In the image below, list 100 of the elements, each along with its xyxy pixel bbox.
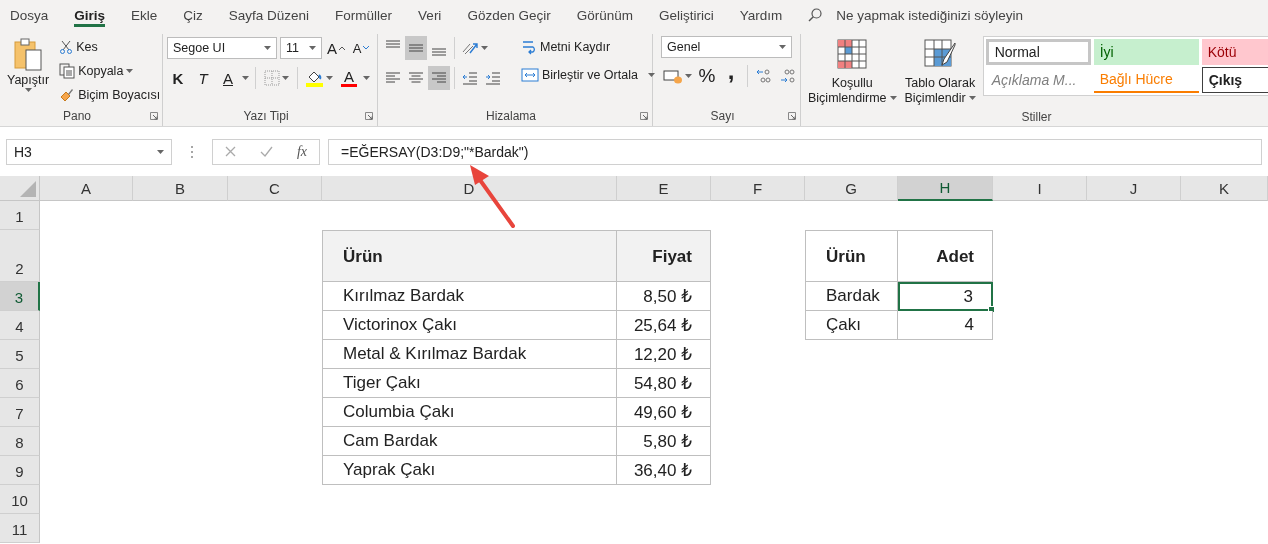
ribbon-tab[interactable]: Geliştirici bbox=[658, 0, 714, 30]
money-icon bbox=[663, 68, 683, 84]
row-header[interactable]: 7 bbox=[0, 398, 40, 427]
grow-font-button[interactable]: A bbox=[325, 36, 347, 60]
dialog-launcher-icon[interactable] bbox=[640, 112, 648, 120]
ribbon-tab[interactable]: Dosya bbox=[10, 0, 49, 30]
column-header[interactable]: D bbox=[322, 176, 617, 201]
ribbon-tab[interactable]: Sayfa Düzeni bbox=[228, 0, 310, 30]
row-header[interactable]: 9 bbox=[0, 456, 40, 485]
checkmark-icon[interactable] bbox=[259, 146, 273, 157]
cell-style-item[interactable]: Çıkış bbox=[1201, 67, 1268, 93]
ribbon-tab[interactable]: Ekle bbox=[131, 0, 158, 30]
column-header[interactable]: K bbox=[1181, 176, 1268, 201]
paste-button[interactable]: Yapıştır bbox=[4, 36, 53, 94]
angled-arrow-icon bbox=[461, 40, 479, 56]
group-label: Yazı Tipi bbox=[242, 109, 290, 123]
indent-icon bbox=[485, 71, 501, 85]
caret-icon bbox=[242, 76, 249, 80]
conditional-formatting-button[interactable]: Koşullu Biçimlendirme bbox=[805, 36, 900, 107]
dialog-launcher-icon[interactable] bbox=[150, 112, 158, 120]
shrink-font-button[interactable]: A bbox=[350, 36, 372, 60]
cell-style-item[interactable]: Normal bbox=[985, 39, 1091, 65]
caret-icon bbox=[157, 149, 164, 154]
wrap-text-button[interactable]: Metni Kaydır bbox=[518, 36, 658, 58]
table-brush-icon bbox=[924, 39, 957, 69]
percent-button[interactable]: % bbox=[696, 64, 718, 88]
underline-button[interactable]: A bbox=[217, 66, 239, 90]
table-header-cell: Ürün bbox=[322, 230, 617, 282]
row-header[interactable]: 2 bbox=[0, 230, 40, 282]
merge-center-button[interactable]: Birleştir ve Ortala bbox=[518, 64, 658, 86]
number-format-dropdown[interactable]: Genel bbox=[661, 36, 792, 58]
tell-me-field[interactable]: Ne yapmak istediğinizi söyleyin bbox=[834, 6, 1099, 24]
dialog-launcher-icon[interactable] bbox=[788, 112, 796, 120]
group-label: Sayı bbox=[709, 109, 736, 123]
column-header[interactable]: I bbox=[993, 176, 1087, 201]
row-header[interactable]: 5 bbox=[0, 340, 40, 369]
align-icon bbox=[385, 70, 401, 86]
row-header[interactable]: 1 bbox=[0, 201, 40, 230]
wrap-arrow-icon bbox=[521, 39, 537, 55]
drag-handle-icon[interactable] bbox=[190, 144, 194, 159]
group-label: Pano bbox=[62, 109, 92, 123]
caret-icon bbox=[481, 46, 488, 50]
column-header[interactable]: B bbox=[133, 176, 228, 201]
ribbon-tab[interactable]: Yardım bbox=[739, 0, 783, 30]
ribbon-tab[interactable]: Giriş bbox=[74, 0, 106, 30]
copy-button[interactable]: Kopyala bbox=[56, 60, 164, 82]
align-button[interactable] bbox=[428, 66, 450, 90]
column-header[interactable]: G bbox=[805, 176, 898, 201]
align-icon bbox=[408, 70, 424, 86]
table-cell: 36,40 ₺ bbox=[617, 456, 711, 485]
row-header[interactable]: 4 bbox=[0, 311, 40, 340]
caret-icon bbox=[326, 76, 333, 80]
ribbon-tab[interactable]: Gözden Geçir bbox=[467, 0, 551, 30]
bold-button[interactable]: K bbox=[167, 66, 189, 90]
italic-button[interactable]: T bbox=[192, 66, 214, 90]
search-icon bbox=[808, 8, 823, 22]
column-header[interactable]: F bbox=[711, 176, 805, 201]
table-header-cell: Fiyat bbox=[617, 230, 711, 282]
clipboard-icon bbox=[13, 38, 44, 72]
select-all-triangle-icon[interactable] bbox=[20, 181, 36, 197]
align-button[interactable] bbox=[405, 36, 427, 60]
dialog-launcher-icon[interactable] bbox=[365, 112, 373, 120]
insert-function-button[interactable]: fx bbox=[296, 143, 307, 160]
cell-style-item[interactable]: İyi bbox=[1093, 39, 1199, 65]
copy-icon bbox=[59, 63, 76, 79]
font-size-dropdown[interactable]: 11 bbox=[280, 37, 322, 59]
table-cell: 54,80 ₺ bbox=[617, 369, 711, 398]
decimal-arrow-icon bbox=[780, 68, 796, 84]
caret-icon bbox=[24, 88, 32, 92]
row-header[interactable]: 3 bbox=[0, 282, 40, 311]
ribbon-tab[interactable]: Çiz bbox=[183, 0, 203, 30]
format-painter-button[interactable]: Biçim Boyacısı bbox=[56, 84, 164, 106]
column-header[interactable]: H bbox=[898, 176, 993, 201]
column-header[interactable]: J bbox=[1087, 176, 1181, 201]
cancel-icon[interactable] bbox=[224, 146, 236, 157]
ribbon-tab[interactable]: Veri bbox=[418, 0, 442, 30]
cell-style-item[interactable]: Açıklama M... bbox=[985, 67, 1091, 93]
ribbon-tab[interactable]: Görünüm bbox=[576, 0, 633, 30]
font-family-dropdown[interactable]: Segoe UI bbox=[167, 37, 277, 59]
formula-field[interactable]: =EĞERSAY(D3:D9;"*Bardak") bbox=[328, 138, 1262, 165]
ribbon-tab[interactable]: Formüller bbox=[335, 0, 393, 30]
table-cell: 8,50 ₺ bbox=[617, 282, 711, 311]
font-color-button[interactable]: A bbox=[338, 66, 360, 90]
format-as-table-button[interactable]: Tablo Olarak Biçimlendir bbox=[901, 36, 979, 107]
row-header[interactable]: 8 bbox=[0, 427, 40, 456]
row-header[interactable]: 6 bbox=[0, 369, 40, 398]
comma-style-button[interactable]: , bbox=[720, 64, 742, 88]
row-header[interactable]: 10 bbox=[0, 485, 40, 514]
table-cell: 3 bbox=[898, 282, 993, 311]
caret-icon bbox=[685, 74, 692, 78]
column-header[interactable]: E bbox=[617, 176, 711, 201]
cut-button[interactable]: Kes bbox=[56, 36, 164, 58]
caret-icon bbox=[968, 96, 976, 100]
decimal-arrow-icon bbox=[756, 68, 772, 84]
column-header[interactable]: A bbox=[40, 176, 133, 201]
caret-up-icon bbox=[339, 46, 345, 50]
name-box[interactable]: H3 bbox=[6, 138, 172, 165]
cell-style-item[interactable]: Kötü bbox=[1201, 39, 1268, 65]
column-header[interactable]: C bbox=[228, 176, 322, 201]
row-header[interactable]: 11 bbox=[0, 514, 40, 543]
